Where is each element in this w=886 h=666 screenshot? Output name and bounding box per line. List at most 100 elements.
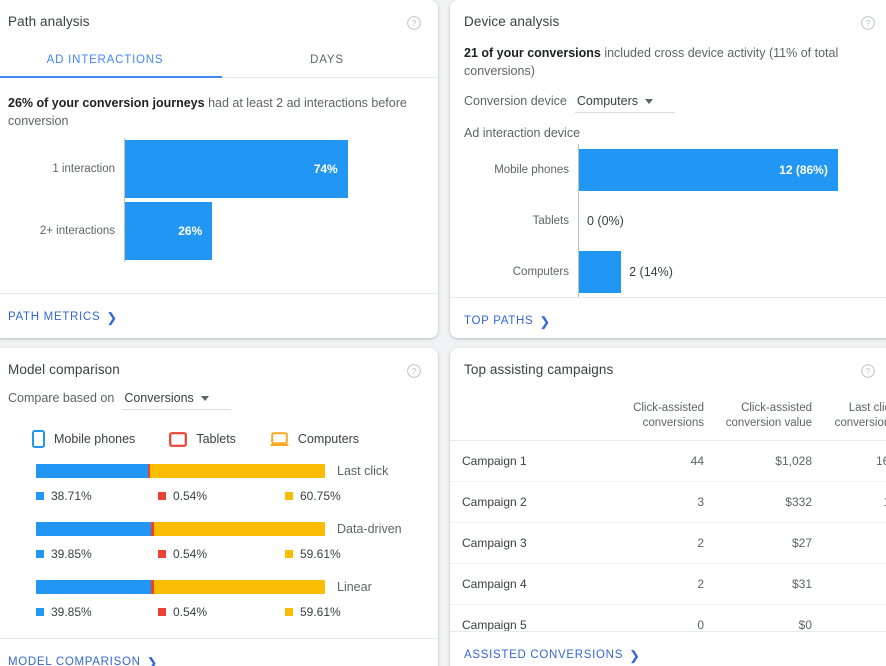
bar-track: 2 (14%) <box>578 246 880 298</box>
table-row[interactable]: Campaign 5 0 $0 4 <box>450 604 886 631</box>
path-metrics-link[interactable]: PATH METRICS ❯ <box>8 311 118 324</box>
cell-click-assisted-conversions: 3 <box>600 481 704 523</box>
percent-value: 38.71% <box>51 489 92 503</box>
dashboard-grid: Path analysis ? AD INTERACTIONS DAYS 26%… <box>0 0 886 666</box>
bar-value: 26% <box>125 202 213 261</box>
table-row[interactable]: Campaign 2 3 $332 11 <box>450 481 886 523</box>
segment-mobile-phones <box>36 464 148 478</box>
top-assisting-campaigns-header: Top assisting campaigns ? <box>450 348 886 379</box>
tab-days[interactable]: DAYS <box>216 42 438 77</box>
percent-tablets: 0.54% <box>158 489 285 503</box>
bar-value: 12 (86%) <box>579 148 838 191</box>
percent-value: 39.85% <box>51 605 92 619</box>
cell-campaign-name: Campaign 1 <box>450 440 600 482</box>
percent-mobile-phones: 39.85% <box>36 547 158 561</box>
model-row: Linear 39.85% 0.54% 59.61% <box>0 580 438 619</box>
stacked-bar: Last click <box>36 464 438 478</box>
cell-last-click-conversions: 11 <box>812 481 886 523</box>
cell-click-assisted-conversion-value: $27 <box>704 522 812 564</box>
conversion-device-dropdown[interactable]: Computers <box>574 92 675 114</box>
path-analysis-title: Path analysis <box>8 14 90 29</box>
stacked-bar-track <box>36 580 325 594</box>
device-analysis-header: Device analysis ? <box>450 0 886 31</box>
percent-value: 0.54% <box>173 489 208 503</box>
percent-computers: 59.61% <box>285 547 341 561</box>
bar-label: 1 interaction <box>52 163 115 176</box>
column-header-click-assisted-conversion-value: Click-assisted conversion value <box>725 402 812 429</box>
table-row[interactable]: Campaign 3 2 $27 1 <box>450 522 886 564</box>
bar-value: 74% <box>125 140 348 199</box>
percent-mobile-phones: 39.85% <box>36 605 158 619</box>
percent-tablets: 0.54% <box>158 605 285 619</box>
bar-value: 0 (0%) <box>587 213 624 228</box>
chevron-down-icon <box>644 98 653 104</box>
top-assisting-campaigns-footer: ASSISTED CONVERSIONS ❯ <box>450 631 886 666</box>
help-circle-icon[interactable]: ? <box>406 15 422 31</box>
svg-text:?: ? <box>412 367 417 376</box>
swatch-red-icon <box>158 550 166 558</box>
svg-text:?: ? <box>412 19 417 28</box>
stacked-bar: Linear <box>36 580 438 594</box>
cell-click-assisted-conversions: 0 <box>600 604 704 631</box>
compare-based-on-label: Compare based on <box>8 391 115 405</box>
svg-text:?: ? <box>866 367 871 376</box>
percent-value: 59.61% <box>300 605 341 619</box>
chevron-right-icon: ❯ <box>629 647 641 663</box>
bar-label: Computers <box>512 265 569 278</box>
chevron-down-icon <box>200 395 209 401</box>
conversion-device-value: Computers <box>576 94 638 109</box>
table-row[interactable]: Campaign 4 2 $31 3 <box>450 563 886 605</box>
model-comparison-footer: MODEL COMPARISON ❯ <box>0 638 438 666</box>
chart-row: 1 interaction 74% <box>0 138 426 201</box>
svg-text:?: ? <box>866 19 871 28</box>
cell-campaign-name: Campaign 4 <box>450 563 600 605</box>
help-circle-icon[interactable]: ? <box>860 15 876 31</box>
model-comparison-chart: Last click 38.71% 0.54% 60.75% Data-driv… <box>0 448 438 638</box>
percent-mobile-phones: 38.71% <box>36 489 158 503</box>
chevron-right-icon: ❯ <box>539 313 551 329</box>
top-paths-link[interactable]: TOP PATHS ❯ <box>464 315 551 328</box>
conversion-device-row: Conversion device Computers <box>450 80 886 114</box>
segment-computers <box>153 522 325 536</box>
legend-item-computers: Computers <box>270 431 359 447</box>
tab-ad-interactions[interactable]: AD INTERACTIONS <box>0 42 222 78</box>
laptop-icon <box>270 431 289 446</box>
model-percentages: 39.85% 0.54% 59.61% <box>36 605 438 619</box>
swatch-red-icon <box>158 492 166 500</box>
campaigns-table-head: Click-assisted conversions Click-assiste… <box>450 401 886 441</box>
segment-computers <box>150 464 325 478</box>
column-header-campaign <box>450 401 600 440</box>
assisted-conversions-link[interactable]: ASSISTED CONVERSIONS ❯ <box>464 649 641 662</box>
campaigns-table-wrapper: Click-assisted conversions Click-assiste… <box>450 379 886 631</box>
table-row[interactable]: Campaign 1 44 $1,028 166 <box>450 440 886 482</box>
help-circle-icon[interactable]: ? <box>406 363 422 379</box>
segment-computers <box>153 580 325 594</box>
cell-click-assisted-conversions: 2 <box>600 563 704 605</box>
model-comparison-link[interactable]: MODEL COMPARISON ❯ <box>8 656 158 666</box>
chevron-right-icon: ❯ <box>106 309 118 325</box>
column-header-last-click-conversions: Last click conversions <box>834 402 886 429</box>
swatch-blue-icon <box>36 550 44 558</box>
chart-row: Tablets 0 (0%) <box>450 195 880 247</box>
percent-tablets: 0.54% <box>158 547 285 561</box>
campaigns-table: Click-assisted conversions Click-assiste… <box>450 401 886 631</box>
cell-campaign-name: Campaign 5 <box>450 604 600 631</box>
bar-track: 12 (86%) <box>578 144 880 196</box>
path-analysis-chart: 1 interaction 74% 2+ interactions 26% <box>0 130 438 293</box>
cell-campaign-name: Campaign 2 <box>450 481 600 523</box>
help-circle-icon[interactable]: ? <box>860 363 876 379</box>
model-name: Linear <box>337 580 372 594</box>
compare-based-on-dropdown[interactable]: Conversions <box>122 389 231 410</box>
model-comparison-title: Model comparison <box>8 362 120 377</box>
model-comparison-header: Model comparison ? <box>0 348 438 379</box>
legend-label: Tablets <box>196 432 236 446</box>
mobile-phone-icon <box>32 430 45 448</box>
segment-mobile-phones <box>36 580 152 594</box>
model-comparison-card: Model comparison ? Compare based on Conv… <box>0 348 438 666</box>
cell-last-click-conversions: 4 <box>812 604 886 631</box>
segment-mobile-phones <box>36 522 152 536</box>
cell-click-assisted-conversions: 44 <box>600 440 704 482</box>
bar-label: Tablets <box>532 214 569 227</box>
path-metrics-link-label: PATH METRICS <box>8 311 101 323</box>
path-analysis-summary: 26% of your conversion journeys had at l… <box>0 78 438 130</box>
